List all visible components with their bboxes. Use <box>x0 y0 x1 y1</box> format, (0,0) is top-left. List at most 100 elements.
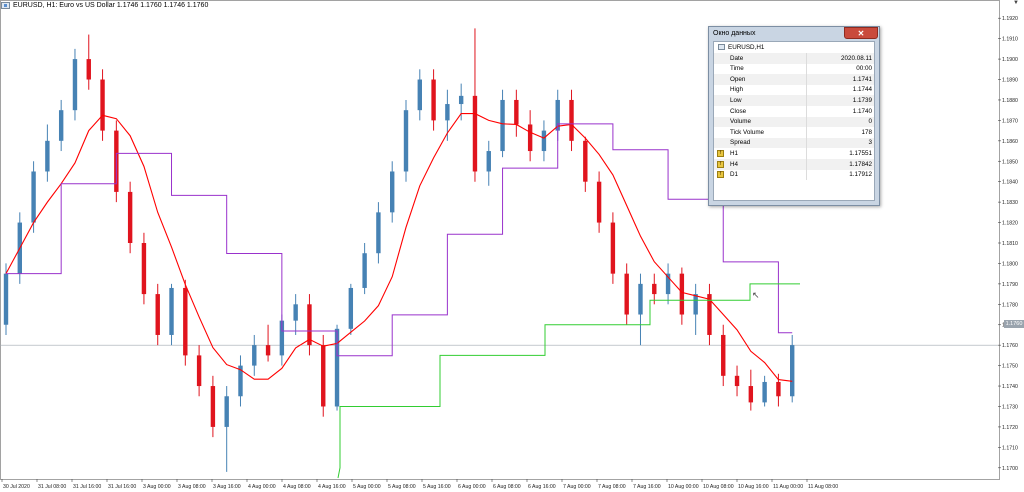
price-tick-label: 1.1850 <box>1002 159 1018 165</box>
column-divider <box>806 84 807 96</box>
candle-body <box>100 79 105 131</box>
candle-body <box>169 287 174 335</box>
candle-body <box>610 222 616 274</box>
data-row-label: D1 <box>730 171 739 179</box>
data-window-title: Окно данных <box>713 30 756 37</box>
price-tick-label: 1.1840 <box>1002 180 1018 186</box>
price-tick-label: 1.1750 <box>1002 364 1018 370</box>
candle-body <box>431 79 436 121</box>
candle-body <box>3 273 9 325</box>
time-tick-label: 5 Aug 00:00 <box>353 484 381 490</box>
price-tick-label: 1.1710 <box>1002 445 1018 451</box>
candle-body <box>196 355 202 387</box>
price-tick-label: 1.1890 <box>1002 78 1018 84</box>
data-row-label: Volume <box>730 118 752 126</box>
time-tick-label: 10 Aug 16:00 <box>738 484 769 490</box>
column-divider <box>806 159 807 170</box>
data-row-value: 00:00 <box>856 65 872 73</box>
data-window-row: f H1 1.17551 <box>714 148 874 159</box>
candle-body <box>252 345 257 366</box>
candle-body <box>445 104 450 121</box>
data-window-row: f H4 1.17842 <box>714 159 874 170</box>
data-window-row: Open 1.1741 <box>714 74 874 85</box>
data-row-label: Close <box>730 107 747 115</box>
time-tick-label: 3 Aug 08:00 <box>178 484 206 490</box>
column-divider <box>806 116 807 128</box>
data-window-row: Time 00:00 <box>714 63 874 75</box>
candle-body <box>362 253 367 288</box>
price-tick-label: 1.1910 <box>1002 37 1018 43</box>
data-row-label: Low <box>730 96 742 104</box>
time-tick-label: 7 Aug 08:00 <box>598 484 626 490</box>
candle-body <box>293 304 298 321</box>
column-divider <box>806 148 807 159</box>
price-tick-label: 1.1830 <box>1002 200 1018 206</box>
indicator-icon: f <box>717 149 724 157</box>
data-row-value: 1.1740 <box>852 107 872 115</box>
column-divider <box>806 74 807 85</box>
candle-body <box>541 130 547 152</box>
time-tick-label: 5 Aug 16:00 <box>423 484 451 490</box>
data-row-value: 1.1741 <box>852 75 872 83</box>
time-tick-label: 5 Aug 08:00 <box>388 484 416 490</box>
candle-body <box>527 124 533 152</box>
data-row-label: Tick Volume <box>730 128 765 136</box>
candle-body <box>45 140 50 172</box>
current-price-label: 1.1760 <box>1004 320 1024 328</box>
mouse-cursor-icon: ↖ <box>752 290 760 300</box>
chart-window[interactable]: 1.1920 1.1910 1.1900 1.1890 1.1880 1.1870 1.18… <box>0 0 1024 492</box>
symbol-label: EURUSD,H1 <box>728 44 765 51</box>
candle-body <box>390 171 395 213</box>
time-tick-label: 31 Jul 08:00 <box>38 484 66 490</box>
data-window-row: Close 1.1740 <box>714 106 874 117</box>
data-row-label: Open <box>730 75 746 83</box>
candle-body <box>514 99 519 125</box>
price-tick-label: 1.1760 <box>1002 343 1018 349</box>
column-divider <box>806 169 807 181</box>
candle-body <box>31 171 36 223</box>
ma-h4-line <box>6 123 793 357</box>
column-divider <box>806 63 807 75</box>
price-tick-label: 1.1880 <box>1002 98 1018 104</box>
price-tick-label: 1.1790 <box>1002 282 1018 288</box>
time-tick-label: 4 Aug 08:00 <box>283 484 311 490</box>
time-tick-label: 6 Aug 08:00 <box>493 484 521 490</box>
chart-symbol-line: EURUSD, H1: Euro vs US Dollar 1.1746 1.1… <box>1 2 208 9</box>
candle-body <box>376 212 381 254</box>
candle-body <box>693 294 698 315</box>
time-tick-label: 7 Aug 16:00 <box>633 484 661 490</box>
candle-body <box>679 273 685 315</box>
column-divider <box>806 127 807 138</box>
time-tick-label: 7 Aug 00:00 <box>563 484 591 490</box>
candle-body <box>72 59 78 111</box>
data-window-row: Date 2020.08.11 <box>714 53 874 64</box>
candle-body <box>596 181 602 223</box>
price-tick-label: 1.1780 <box>1002 302 1018 308</box>
chart-window-icon <box>1 2 10 9</box>
data-row-value: 1.17912 <box>849 171 872 179</box>
candle-body <box>86 59 91 80</box>
candle-body <box>472 95 478 172</box>
indicator-icon: f <box>717 171 724 179</box>
candle-body <box>500 99 505 152</box>
time-tick-label: 4 Aug 00:00 <box>248 484 276 490</box>
candle-body <box>748 386 754 403</box>
candle-body <box>776 381 781 397</box>
data-window[interactable]: Окно данных ✕ EURUSD,H1 Date 2020.08.11 Ti… <box>708 26 880 206</box>
chart-shift-icon[interactable]: ▼ <box>1012 0 1020 7</box>
ma-d1-line <box>337 283 800 479</box>
time-tick-label: 6 Aug 00:00 <box>458 484 486 490</box>
time-tick-label: 31 Jul 16:00 <box>108 484 136 490</box>
column-divider <box>806 137 807 149</box>
time-tick-label: 3 Aug 00:00 <box>143 484 171 490</box>
candle-body <box>583 140 588 182</box>
price-tick-label: 1.1740 <box>1002 384 1018 390</box>
data-row-value: 0 <box>868 118 872 126</box>
time-tick-label: 10 Aug 00:00 <box>668 484 699 490</box>
candle-body <box>183 287 188 356</box>
data-row-value: 2020.08.11 <box>840 54 872 62</box>
close-button[interactable]: ✕ <box>844 27 878 39</box>
price-tick-label: 1.1730 <box>1002 404 1018 410</box>
data-window-row: Low 1.1739 <box>714 95 874 106</box>
candle-body <box>624 273 629 315</box>
